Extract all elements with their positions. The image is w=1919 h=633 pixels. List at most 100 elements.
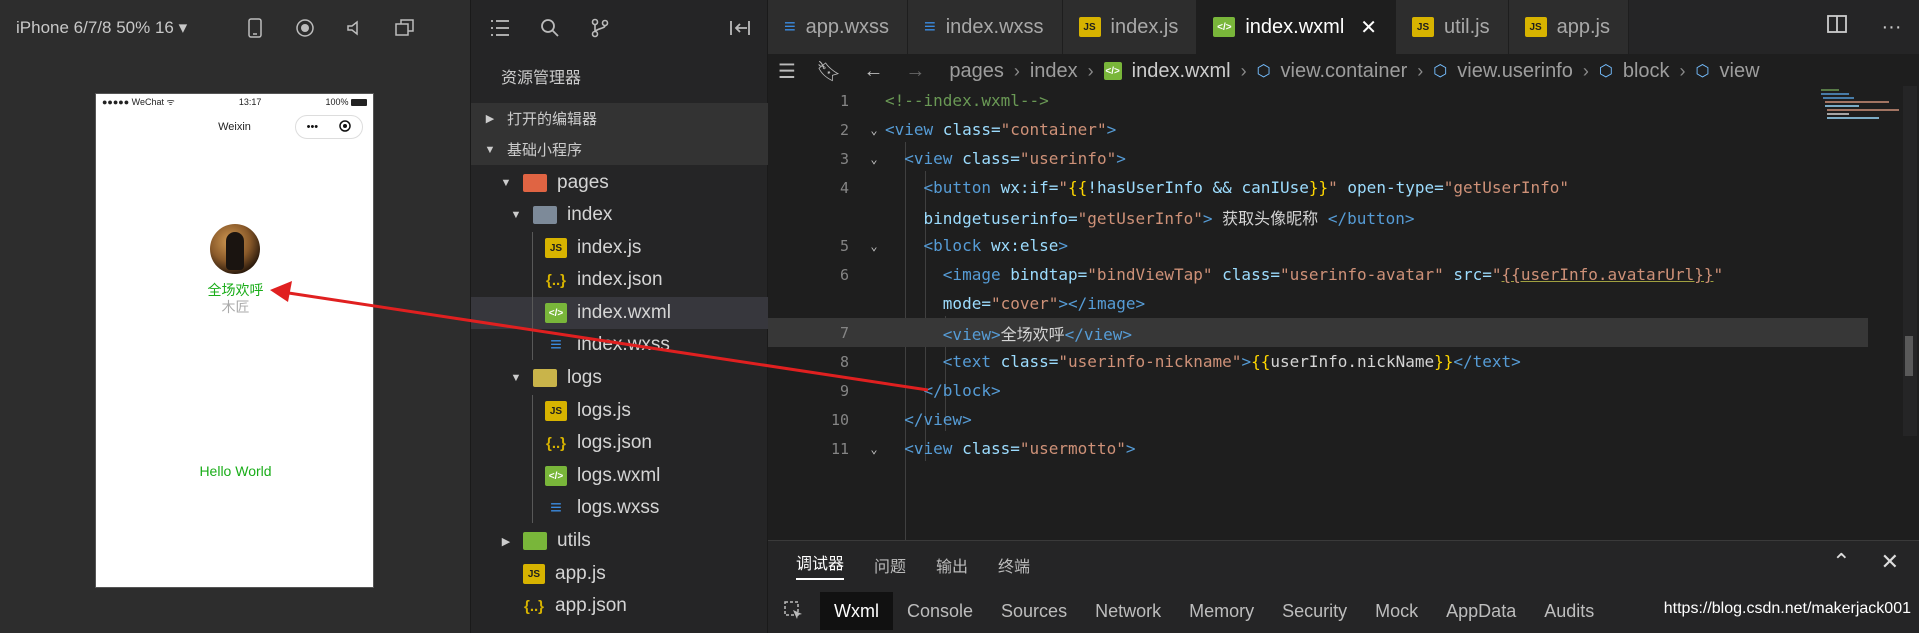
section-open-editors[interactable]: ▶ 打开的编辑器 — [471, 103, 768, 134]
folder-icon — [523, 174, 547, 192]
breadcrumb-container[interactable]: view.container — [1281, 60, 1408, 83]
tree-file-app-js[interactable]: JS app.js — [471, 558, 768, 590]
devtools-tab-wxml[interactable]: Wxml — [820, 592, 893, 630]
devtools-tab-audits[interactable]: Audits — [1530, 592, 1608, 630]
bookmark-icon[interactable]: 🔖︎ — [816, 59, 841, 84]
breadcrumb-userinfo[interactable]: view.userinfo — [1457, 60, 1573, 83]
tree-file-logs-json[interactable]: {..} logs.json — [471, 427, 768, 459]
tree-indent-guide — [532, 232, 533, 360]
tree-file-logs-js[interactable]: JS logs.js — [471, 395, 768, 427]
code-area[interactable]: 1 <!--index.wxml--> 2 ⌄ <view class="cont… — [768, 86, 1919, 540]
motto-text: Hello World — [199, 463, 272, 479]
fold-chevron-icon[interactable]: ⌄ — [863, 123, 885, 137]
debug-panel: 调试器 问题 输出 终端 ⌃ ✕ Wxml Console Sources Ne… — [768, 540, 1919, 633]
tab-app-js[interactable]: JS app.js — [1508, 0, 1629, 54]
tree-file-app-json[interactable]: {..} app.json — [471, 590, 768, 622]
nav-title: Weixin — [218, 121, 251, 133]
tab-problems[interactable]: 问题 — [874, 553, 906, 577]
tab-app-wxss[interactable]: ≡ app.wxss — [768, 0, 909, 54]
devtools-tab-memory[interactable]: Memory — [1175, 592, 1268, 630]
breadcrumb-pages[interactable]: pages — [949, 60, 1004, 83]
tab-output[interactable]: 输出 — [936, 553, 968, 577]
devtools-tab-console[interactable]: Console — [893, 592, 987, 630]
devtools-window: iPhone 6/7/8 50% 16 ▾ ●●●●● WeChat ᯤ 13:… — [0, 0, 1919, 633]
chevron-right-icon: › — [1240, 60, 1247, 81]
forward-icon[interactable]: → — [905, 60, 925, 83]
detach-window-icon[interactable] — [380, 8, 430, 48]
source-control-icon[interactable] — [585, 13, 615, 43]
more-actions-icon[interactable]: ··· — [1882, 16, 1902, 39]
tree-label: app.js — [555, 563, 606, 584]
search-icon[interactable] — [535, 13, 565, 43]
fold-chevron-icon[interactable]: ⌄ — [863, 239, 885, 253]
breadcrumb-view[interactable]: view — [1720, 60, 1760, 83]
close-tab-icon[interactable]: ✕ — [1360, 15, 1377, 40]
speaker-icon[interactable] — [330, 8, 380, 48]
devtools-tab-network[interactable]: Network — [1081, 592, 1175, 630]
caret-down-icon: ▼ — [500, 177, 512, 189]
breadcrumb-file[interactable]: index.wxml — [1132, 60, 1231, 83]
tab-debugger[interactable]: 调试器 — [796, 550, 845, 580]
tree-folder-pages[interactable]: ▼ pages — [471, 167, 768, 199]
chevron-up-icon[interactable]: ⌃ — [1832, 549, 1850, 575]
fold-chevron-icon[interactable]: ⌄ — [863, 152, 885, 166]
phone-screen: ●●●●● WeChat ᯤ 13:17 100% Weixin ••• 全场欢… — [95, 93, 374, 588]
tree-label: logs.json — [577, 432, 652, 453]
close-icon[interactable]: ✕ — [1881, 549, 1899, 575]
split-editor-icon[interactable] — [1826, 15, 1847, 39]
tree-folder-logs[interactable]: ▼ logs — [471, 362, 768, 394]
device-selector[interactable]: iPhone 6/7/8 50% 16 ▾ — [16, 18, 230, 38]
breadcrumb-block[interactable]: block — [1623, 60, 1670, 83]
tree-label: logs — [567, 367, 602, 388]
vertical-scrollbar[interactable] — [1903, 86, 1917, 436]
outline-icon[interactable]: ☰ — [778, 59, 796, 84]
scrollbar-thumb[interactable] — [1905, 336, 1913, 376]
tree-file-index-json[interactable]: {..} index.json — [471, 264, 768, 296]
close-mini-program-icon[interactable] — [339, 119, 352, 135]
code-line: 8 <text class="userinfo-nickname">{{user… — [768, 347, 1868, 376]
collapse-sidebar-icon[interactable] — [725, 13, 755, 43]
tab-terminal[interactable]: 终端 — [998, 553, 1030, 577]
tree-file-index-wxss[interactable]: ≡ index.wxss — [471, 329, 768, 361]
tab-index-js[interactable]: JS index.js — [1062, 0, 1198, 54]
fold-chevron-icon[interactable]: ⌄ — [863, 442, 885, 456]
tree-folder-utils[interactable]: ▶ utils — [471, 525, 768, 557]
back-icon[interactable]: ← — [863, 60, 883, 83]
wxml-file-icon: </> — [1213, 17, 1236, 37]
code-line: 9 </block> — [768, 376, 1868, 405]
code-line: 6 <image bindtap="bindViewTap" class="us… — [768, 260, 1868, 289]
inspect-element-icon[interactable] — [780, 597, 808, 625]
tab-index-wxss[interactable]: ≡ index.wxss — [908, 0, 1063, 54]
tree-file-logs-wxml[interactable]: </> logs.wxml — [471, 460, 768, 492]
devtools-tab-security[interactable]: Security — [1268, 592, 1361, 630]
tree-label: index.wxml — [577, 302, 671, 323]
tab-util-js[interactable]: JS util.js — [1396, 0, 1509, 54]
tab-label: index.js — [1110, 15, 1179, 38]
tree-label: utils — [557, 530, 591, 551]
tree-file-index-wxml[interactable]: </> index.wxml — [471, 297, 768, 329]
record-icon[interactable] — [280, 8, 330, 48]
devtools-tab-mock[interactable]: Mock — [1361, 592, 1432, 630]
line-number: 6 — [839, 265, 849, 284]
user-avatar[interactable] — [210, 224, 260, 274]
tree-file-logs-wxss[interactable]: ≡ logs.wxss — [471, 492, 768, 524]
devtools-tab-sources[interactable]: Sources — [987, 592, 1081, 630]
devtools-tab-appdata[interactable]: AppData — [1432, 592, 1530, 630]
tree-file-index-js[interactable]: JS index.js — [471, 232, 768, 264]
tree-folder-index[interactable]: ▼ index — [471, 199, 768, 231]
tab-label: app.js — [1556, 15, 1610, 38]
tab-label: index.wxss — [945, 15, 1044, 38]
wxml-file-icon: </> — [1103, 62, 1122, 80]
breadcrumb-index[interactable]: index — [1030, 60, 1078, 83]
code-line: bindgetuserinfo="getUserInfo"> 获取头像昵称 </… — [923, 208, 1415, 228]
line-number: 4 — [839, 178, 849, 197]
minimap[interactable] — [1819, 86, 1909, 126]
menu-capsule[interactable]: ••• — [295, 115, 363, 139]
section-project[interactable]: ▼ 基础小程序 — [471, 134, 768, 165]
tree-label: index — [567, 204, 613, 225]
phone-icon[interactable] — [230, 8, 280, 48]
json-file-icon: {..} — [545, 434, 566, 452]
tab-index-wxml[interactable]: </> index.wxml ✕ — [1197, 0, 1397, 54]
more-icon[interactable]: ••• — [307, 121, 319, 133]
list-icon[interactable] — [485, 13, 515, 43]
